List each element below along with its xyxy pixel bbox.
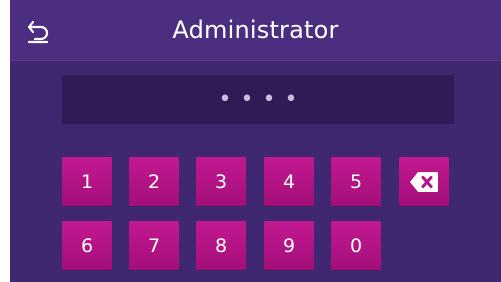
key-7[interactable]: 7 [129,221,179,270]
key-2[interactable]: 2 [129,157,179,206]
header-bar: Administrator [10,0,501,61]
pin-entry-screen: Administrator •••• 1 2 3 4 5 6 7 8 9 0 [10,0,501,282]
page-title: Administrator [172,16,339,44]
key-5[interactable]: 5 [331,157,381,206]
key-1[interactable]: 1 [62,157,112,206]
backspace-key[interactable] [399,157,449,206]
key-3[interactable]: 3 [196,157,246,206]
key-0[interactable]: 0 [331,221,381,270]
backspace-icon [410,171,438,192]
key-8[interactable]: 8 [196,221,246,270]
key-9[interactable]: 9 [264,221,314,270]
pin-display: •••• [62,75,454,124]
key-4[interactable]: 4 [264,157,314,206]
pin-masked-value: •••• [218,87,307,112]
key-6[interactable]: 6 [62,221,112,270]
